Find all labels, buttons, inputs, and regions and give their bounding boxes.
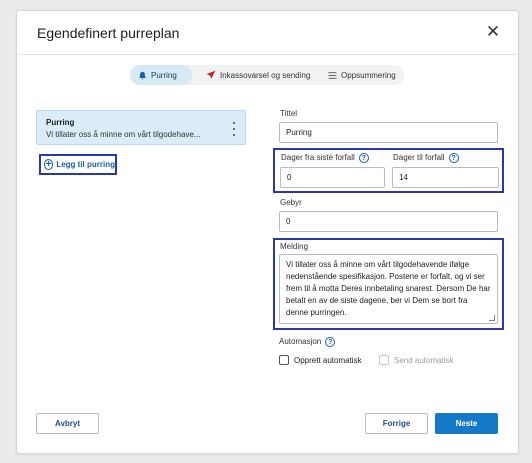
resize-grip-icon[interactable] [489, 315, 495, 321]
help-circle-icon[interactable]: ? [358, 153, 369, 163]
create-automatically-checkbox[interactable] [279, 355, 289, 365]
days-since-due-field[interactable]: 0 [280, 167, 385, 188]
bell-icon [138, 71, 147, 80]
step-label: Purring [151, 70, 177, 80]
add-reminder-button[interactable]: + Legg til purring [39, 154, 117, 175]
help-circle-icon[interactable]: ? [325, 337, 336, 347]
automation-label-text: Automasjon [279, 337, 322, 347]
reminder-card-title: Purring [46, 118, 75, 127]
reminder-card-description: Vi tillater oss å minne om vårt tilgodeh… [46, 130, 201, 139]
title-divider [17, 54, 518, 55]
fee-field[interactable]: 0 [279, 211, 498, 232]
send-automatically-checkbox [379, 355, 389, 365]
automation-label: Automasjon? [279, 337, 336, 347]
send-automatically-option: Send automatisk [379, 355, 454, 365]
step-label: Inkassovarsel og sending [220, 70, 311, 80]
wizard-stepper: Purring Inkassovarsel og sending Oppsumm… [130, 65, 404, 85]
help-circle-icon[interactable]: ? [448, 153, 459, 163]
tab-inkassovarsel[interactable]: Inkassovarsel og sending [198, 65, 318, 85]
add-reminder-label: Legg til purring [56, 160, 115, 169]
reminder-card[interactable]: Purring Vi tillater oss å minne om vårt … [36, 110, 246, 145]
days-to-due-label-text: Dager til forfall [393, 153, 445, 163]
step-label: Oppsummering [341, 70, 396, 80]
dialog-title: Egendefinert purreplan [37, 25, 180, 41]
plus-circle-icon: + [44, 158, 54, 170]
message-textarea[interactable]: Vi tillater oss å minne om vårt tilgodeh… [279, 254, 498, 324]
list-icon [328, 71, 337, 80]
message-text: Vi tillater oss å minne om vårt tilgodeh… [286, 260, 491, 317]
next-button[interactable]: Neste [435, 413, 498, 434]
send-automatically-label: Send automatisk [394, 355, 454, 365]
kebab-icon[interactable] [231, 122, 237, 136]
message-label: Melding [280, 242, 309, 251]
days-to-due-field[interactable]: 14 [392, 167, 499, 188]
custom-reminder-plan-dialog: Egendefinert purreplan ✕ Purring Inkasso… [16, 10, 519, 454]
create-automatically-option[interactable]: Opprett automatisk [279, 355, 362, 365]
title-field[interactable]: Purring [279, 122, 498, 143]
tab-oppsummering[interactable]: Oppsummering [320, 65, 404, 85]
tab-purring[interactable]: Purring [130, 65, 192, 85]
days-since-due-label-text: Dager fra siste forfall [281, 153, 355, 163]
back-button[interactable]: Forrige [365, 413, 428, 434]
days-to-due-label: Dager til forfall? [393, 153, 459, 163]
close-icon[interactable]: ✕ [484, 23, 502, 41]
cancel-button[interactable]: Avbryt [36, 413, 99, 434]
title-label: Tittel [280, 109, 298, 118]
days-since-due-label: Dager fra siste forfall? [281, 153, 369, 163]
send-icon [206, 70, 216, 80]
fee-label: Gebyr [280, 198, 302, 207]
create-automatically-label: Opprett automatisk [294, 355, 362, 365]
